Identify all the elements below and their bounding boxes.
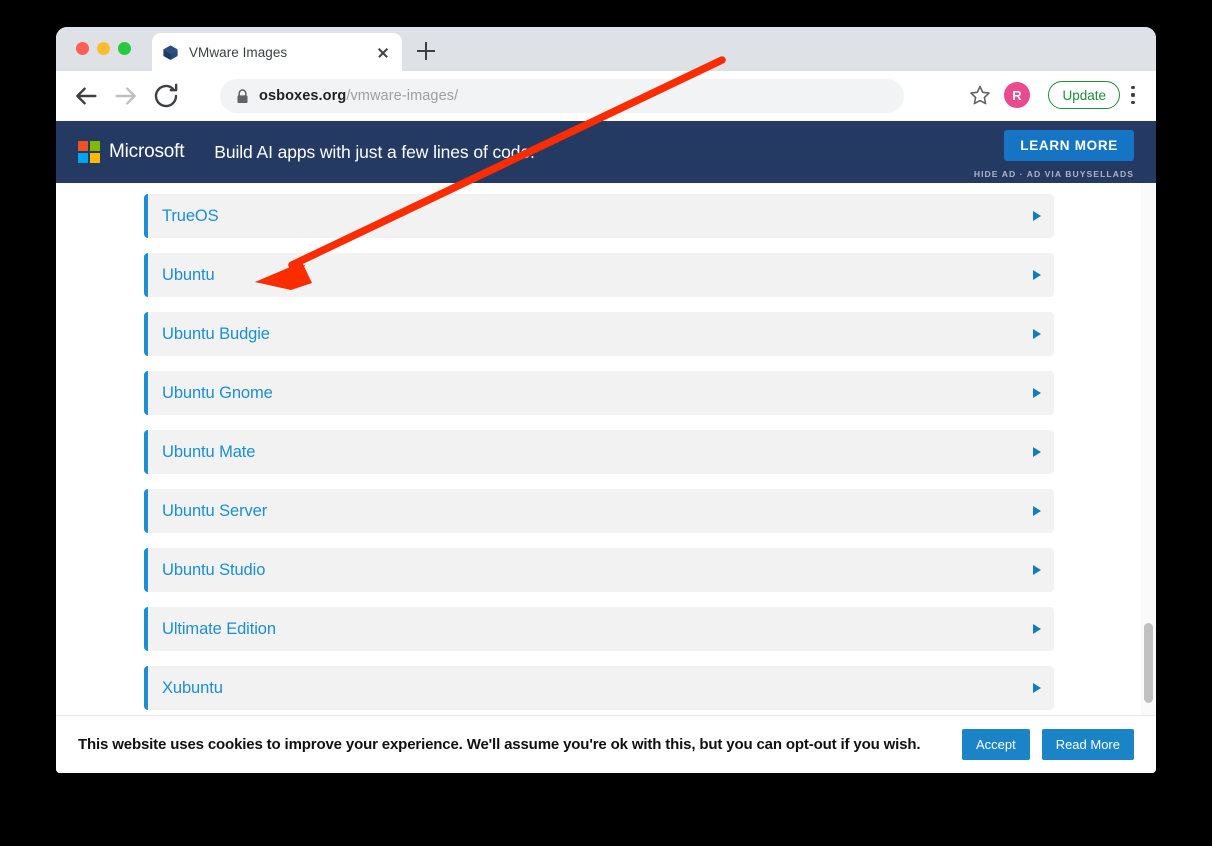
tab-title: VMware Images xyxy=(189,45,374,60)
chevron-right-icon xyxy=(1033,683,1041,693)
list-item[interactable]: TrueOS xyxy=(144,194,1054,238)
list-item[interactable]: Ubuntu Budgie xyxy=(144,312,1054,356)
close-window-button[interactable] xyxy=(76,42,89,55)
list-item-label: Ubuntu xyxy=(162,266,215,285)
accept-cookies-button[interactable]: Accept xyxy=(962,729,1030,760)
ad-headline: Build AI apps with just a few lines of c… xyxy=(214,142,535,163)
chevron-right-icon xyxy=(1033,388,1041,398)
avatar[interactable]: R xyxy=(1004,82,1030,108)
close-icon[interactable] xyxy=(374,43,392,61)
back-button[interactable] xyxy=(70,80,102,112)
chevron-right-icon xyxy=(1033,565,1041,575)
browser-window: VMware Images osboxes.org/ xyxy=(56,27,1156,773)
list-item-label: Ubuntu Budgie xyxy=(162,325,270,344)
list-item[interactable]: Ubuntu Mate xyxy=(144,430,1054,474)
tab-strip: VMware Images xyxy=(56,27,1156,71)
chevron-right-icon xyxy=(1033,329,1041,339)
read-more-button[interactable]: Read More xyxy=(1042,729,1134,760)
minimize-window-button[interactable] xyxy=(97,42,110,55)
list-item-label: Xubuntu xyxy=(162,679,223,698)
chevron-right-icon xyxy=(1033,270,1041,280)
list-item-label: Ubuntu Mate xyxy=(162,443,255,462)
star-icon[interactable] xyxy=(968,83,992,107)
address-bar-host: osboxes.org xyxy=(259,88,346,104)
ad-footer-links[interactable]: HIDE AD · AD VIA BUYSELLADS xyxy=(974,169,1134,179)
lock-icon xyxy=(236,89,249,104)
list-item-label: Ubuntu Studio xyxy=(162,561,265,580)
list-item-label: TrueOS xyxy=(162,207,219,226)
browser-toolbar: osboxes.org/vmware-images/ R Update xyxy=(56,71,1156,121)
list-item[interactable]: Ubuntu Server xyxy=(144,489,1054,533)
chevron-right-icon xyxy=(1033,447,1041,457)
kebab-menu-icon[interactable] xyxy=(1124,84,1142,106)
new-tab-icon[interactable] xyxy=(412,37,440,65)
list-item-label: Ultimate Edition xyxy=(162,620,276,639)
list-item[interactable]: Ubuntu Studio xyxy=(144,548,1054,592)
scrollbar-thumb[interactable] xyxy=(1144,623,1153,703)
ad-banner[interactable]: Microsoft Build AI apps with just a few … xyxy=(56,121,1156,183)
list-item[interactable]: Ubuntu Gnome xyxy=(144,371,1054,415)
address-bar[interactable]: osboxes.org/vmware-images/ xyxy=(220,79,904,113)
cube-icon xyxy=(162,44,179,61)
ad-brand-name: Microsoft xyxy=(109,141,184,163)
list-item[interactable]: Ubuntu xyxy=(144,253,1054,297)
chevron-right-icon xyxy=(1033,506,1041,516)
list-item[interactable]: Xubuntu xyxy=(144,666,1054,710)
maximize-window-button[interactable] xyxy=(118,42,131,55)
page-content: TrueOS Ubuntu Ubuntu Budgie Ubuntu Gnome… xyxy=(56,183,1156,741)
forward-button[interactable] xyxy=(110,80,142,112)
address-bar-path: /vmware-images/ xyxy=(346,88,458,104)
list-item-label: Ubuntu Gnome xyxy=(162,384,273,403)
reload-button[interactable] xyxy=(150,80,182,112)
browser-tab[interactable]: VMware Images xyxy=(152,33,402,71)
update-button[interactable]: Update xyxy=(1048,81,1120,109)
list-item[interactable]: Ultimate Edition xyxy=(144,607,1054,651)
learn-more-button[interactable]: LEARN MORE xyxy=(1004,130,1134,161)
window-controls xyxy=(76,42,131,55)
cookie-message: This website uses cookies to improve you… xyxy=(78,736,950,753)
chevron-right-icon xyxy=(1033,211,1041,221)
list-item-label: Ubuntu Server xyxy=(162,502,267,521)
address-bar-url: osboxes.org/vmware-images/ xyxy=(259,88,458,104)
os-image-list: TrueOS Ubuntu Ubuntu Budgie Ubuntu Gnome… xyxy=(144,194,1054,725)
chevron-right-icon xyxy=(1033,624,1041,634)
cookie-consent-bar: This website uses cookies to improve you… xyxy=(56,715,1156,773)
page-scrollbar[interactable] xyxy=(1141,183,1156,741)
microsoft-logo-icon xyxy=(78,141,100,163)
